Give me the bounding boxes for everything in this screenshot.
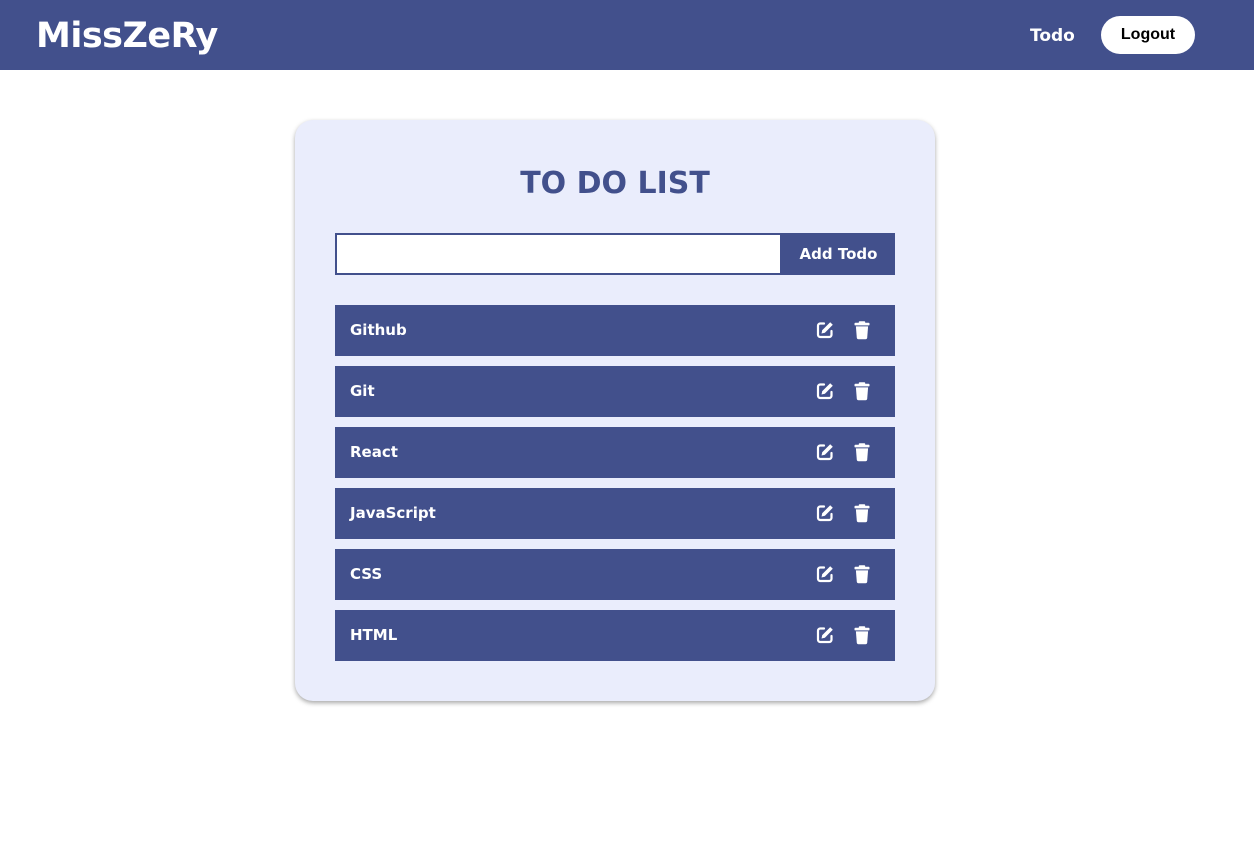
navbar: MissZeRy Todo Logout <box>0 0 1254 70</box>
trash-icon[interactable] <box>852 381 872 401</box>
logout-button[interactable]: Logout <box>1101 16 1195 54</box>
todo-item[interactable]: JavaScript <box>335 488 895 539</box>
trash-icon[interactable] <box>852 564 872 584</box>
brand-logo[interactable]: MissZeRy <box>36 14 218 58</box>
trash-icon[interactable] <box>852 320 872 340</box>
todo-item[interactable]: Github <box>335 305 895 356</box>
todo-item-text: React <box>350 443 398 461</box>
trash-icon[interactable] <box>852 503 872 523</box>
edit-icon[interactable] <box>815 564 835 584</box>
todo-item[interactable]: CSS <box>335 549 895 600</box>
todo-item[interactable]: HTML <box>335 610 895 661</box>
trash-icon[interactable] <box>852 625 872 645</box>
page-title: TO DO LIST <box>520 166 710 201</box>
trash-icon[interactable] <box>852 442 872 462</box>
edit-icon[interactable] <box>815 442 835 462</box>
todo-item[interactable]: React <box>335 427 895 478</box>
todo-list: Github Git React JavaScript CSS HTML <box>335 305 895 671</box>
todo-item[interactable]: Git <box>335 366 895 417</box>
edit-icon[interactable] <box>815 320 835 340</box>
add-todo-form: Add Todo <box>335 233 895 275</box>
edit-icon[interactable] <box>815 381 835 401</box>
nav-link-todo[interactable]: Todo <box>1030 25 1075 47</box>
todo-item-text: Git <box>350 382 375 400</box>
edit-icon[interactable] <box>815 503 835 523</box>
todo-item-text: CSS <box>350 565 383 583</box>
todo-item-text: JavaScript <box>350 504 436 522</box>
todo-item-text: Github <box>350 321 407 339</box>
todo-card: TO DO LIST Add Todo Github Git React JavaSc… <box>295 120 935 701</box>
add-todo-button[interactable]: Add Todo <box>782 233 895 275</box>
todo-item-text: HTML <box>350 626 398 644</box>
todo-input[interactable] <box>335 233 782 275</box>
edit-icon[interactable] <box>815 625 835 645</box>
